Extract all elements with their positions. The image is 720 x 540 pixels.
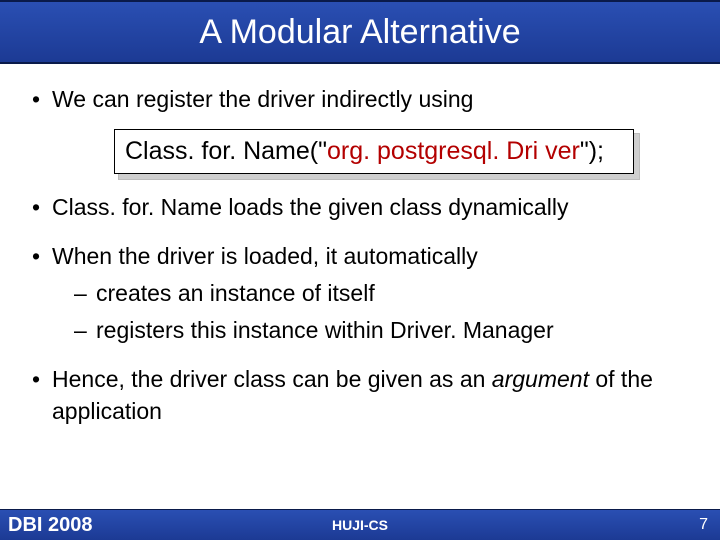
footer-center: HUJI-CS [332, 517, 388, 533]
title-band: A Modular Alternative [0, 0, 720, 64]
code-pre: Class. for. Name(" [125, 137, 327, 165]
bullet-1-text: We can register the driver indirectly us… [52, 86, 473, 112]
slide-title: A Modular Alternative [199, 13, 520, 52]
slide-body: We can register the driver indirectly us… [0, 64, 720, 427]
bullet-4-em: argument [492, 366, 589, 392]
bullet-3-text: When the driver is loaded, it automatica… [52, 243, 478, 269]
code-post: "); [580, 137, 604, 165]
sublist: creates an instance of itself registers … [52, 278, 690, 346]
bullet-1: We can register the driver indirectly us… [30, 84, 690, 174]
code-red: org. postgresql. Dri ver [327, 137, 580, 165]
code-box: Class. for. Name("org. postgresql. Dri v… [114, 129, 634, 174]
footer-bar: DBI 2008 HUJI-CS 7 [0, 509, 720, 540]
bullet-4-pre: Hence, the driver class can be given as … [52, 366, 492, 392]
bullet-2: Class. for. Name loads the given class d… [30, 192, 690, 223]
code-box-inner: Class. for. Name("org. postgresql. Dri v… [114, 129, 634, 174]
page-number: 7 [699, 516, 708, 534]
sub-1: creates an instance of itself [74, 278, 690, 309]
footer-left: DBI 2008 [0, 514, 93, 537]
bullet-3: When the driver is loaded, it automatica… [30, 241, 690, 346]
sub-2: registers this instance within Driver. M… [74, 315, 690, 346]
bullet-4: Hence, the driver class can be given as … [30, 364, 690, 426]
